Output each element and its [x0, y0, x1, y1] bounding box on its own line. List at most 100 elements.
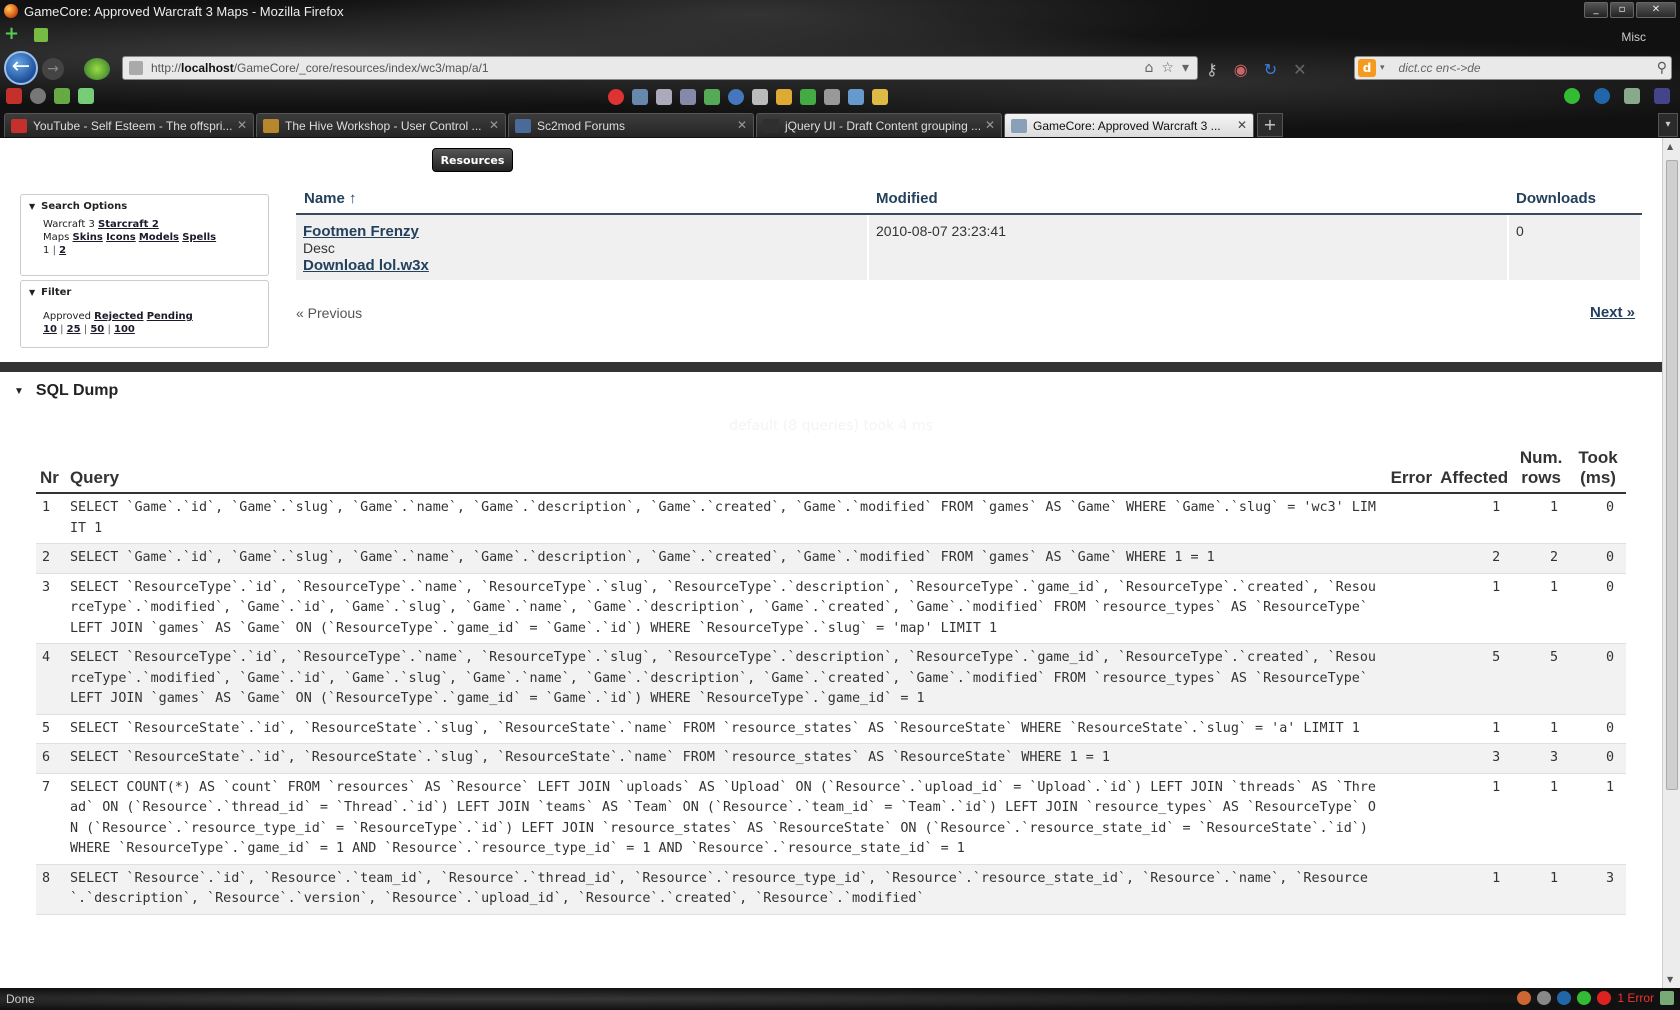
query-num-rows: 1 [1512, 773, 1571, 865]
query-number: 2 [36, 543, 66, 574]
search-icon[interactable]: ⚲ [1657, 60, 1667, 76]
css-icon[interactable] [656, 89, 672, 105]
type-link-icons[interactable]: Icons [106, 232, 136, 243]
information-icon[interactable] [728, 89, 744, 105]
miscellaneous-icon[interactable] [752, 89, 768, 105]
map-title-link[interactable]: Footmen Frenzy [303, 223, 419, 240]
tab-jquery-ui[interactable]: jQuery UI - Draft Content grouping ... ✕ [756, 113, 1002, 137]
col-name-header[interactable]: Name ↑ [296, 188, 868, 215]
misc-menu[interactable]: Misc [1621, 30, 1646, 44]
addon-menu-icon[interactable]: ◉ [1234, 60, 1248, 79]
tab-close-icon[interactable]: ✕ [489, 118, 499, 132]
search-bar[interactable]: d ▾ dict.cc en<->de ⚲ [1354, 56, 1672, 80]
resources-button[interactable]: Resources [432, 148, 513, 172]
search-status-icon[interactable] [1537, 991, 1552, 1005]
url-bar[interactable]: http://localhost/GameCore/_core/resource… [122, 56, 1198, 80]
type-link-models[interactable]: Models [139, 232, 179, 243]
error-count[interactable]: 1 Error [1617, 991, 1654, 1005]
tab-gamecore[interactable]: GameCore: Approved Warcraft 3 ... ✕ [1004, 113, 1254, 137]
limit-link-50[interactable]: 50 [90, 324, 104, 335]
firebug-icon[interactable] [1517, 991, 1532, 1005]
scrollbar-thumb[interactable] [1666, 160, 1678, 790]
tab-hive-workshop[interactable]: The Hive Workshop - User Control ... ✕ [256, 113, 506, 137]
addon-status-icon[interactable] [1660, 991, 1674, 1005]
forward-button[interactable]: → [42, 58, 64, 80]
minimize-button[interactable]: _ [1584, 2, 1608, 18]
extension-icon[interactable] [1624, 88, 1640, 104]
tab-close-icon[interactable]: ✕ [1237, 118, 1247, 132]
limit-link-100[interactable]: 100 [114, 324, 135, 335]
search-options-header[interactable]: ▼ Search Options [21, 195, 268, 218]
view-source-icon[interactable] [848, 89, 864, 105]
state-selector: Approved Rejected Pending [43, 310, 268, 323]
save-icon[interactable] [1654, 88, 1670, 104]
tab-sc2mod[interactable]: Sc2mod Forums ✕ [508, 113, 754, 137]
forms-icon[interactable] [680, 89, 696, 105]
addon-icon[interactable] [34, 28, 48, 42]
engine-dropdown-icon[interactable]: ▾ [1380, 63, 1385, 73]
hive-icon [263, 118, 279, 133]
tab-youtube[interactable]: YouTube - Self Esteem - The offspri... ✕ [4, 113, 254, 137]
tab-close-icon[interactable]: ✕ [237, 118, 247, 132]
next-page-link[interactable]: Next » [1590, 304, 1635, 321]
list-all-tabs-button[interactable]: ▾ [1658, 113, 1678, 137]
mail-icon[interactable] [78, 88, 94, 104]
error-icon[interactable] [1597, 991, 1612, 1005]
game-selector: Warcraft 3 Starcraft 2 [43, 218, 268, 231]
puzzle-icon[interactable] [54, 88, 70, 104]
search-input[interactable]: dict.cc en<->de [1399, 61, 1481, 75]
bookmark-star-icon[interactable]: ☆ [1161, 60, 1174, 76]
cookies-icon[interactable] [632, 89, 648, 105]
filter-header[interactable]: ▼ Filter [21, 281, 268, 304]
page-link-2[interactable]: 2 [59, 245, 66, 256]
vertical-scrollbar[interactable]: ▲ ▼ [1662, 138, 1680, 988]
map-download-link[interactable]: Download lol.w3x [303, 257, 429, 274]
valid-check-icon[interactable] [1577, 991, 1592, 1005]
images-icon[interactable] [704, 89, 720, 105]
skype-icon[interactable] [1594, 88, 1610, 104]
youtube-bookmark-icon[interactable] [6, 88, 22, 104]
home-icon[interactable] [84, 58, 110, 80]
new-tab-button[interactable]: + [1257, 113, 1283, 137]
resize-icon[interactable] [800, 89, 816, 105]
scroll-up-arrow-icon[interactable]: ▲ [1667, 142, 1673, 151]
url-text[interactable]: http://localhost/GameCore/_core/resource… [151, 61, 489, 75]
menu-toolbar: + Misc [0, 24, 1680, 46]
type-link-spells[interactable]: Spells [182, 232, 216, 243]
back-button[interactable]: ← [4, 51, 38, 85]
limit-link-10[interactable]: 10 [43, 324, 57, 335]
dictcc-engine-icon[interactable]: d [1358, 59, 1376, 77]
maximize-button[interactable]: ▫ [1610, 2, 1634, 18]
tab-close-icon[interactable]: ✕ [737, 118, 747, 132]
close-window-button[interactable]: ✕ [1636, 2, 1676, 18]
tab-close-icon[interactable]: ✕ [985, 118, 995, 132]
query-took: 0 [1570, 573, 1626, 644]
type-link-skins[interactable]: Skins [73, 232, 103, 243]
reload-icon[interactable]: ↻ [1264, 60, 1277, 79]
col-downloads-header[interactable]: Downloads [1508, 188, 1641, 215]
stop-icon[interactable]: ✕ [1293, 60, 1306, 79]
check-icon[interactable] [1564, 88, 1580, 104]
state-link-pending[interactable]: Pending [147, 311, 193, 322]
skype-status-icon[interactable] [1557, 991, 1572, 1005]
tools-icon[interactable] [824, 89, 840, 105]
sql-dump-header[interactable]: ▼ SQL Dump [14, 382, 118, 400]
home-page-icon[interactable]: ⌂ [1145, 60, 1154, 76]
table-row: 4 SELECT `ResourceType`.`id`, `ResourceTy… [36, 643, 1626, 715]
outline-icon[interactable] [776, 89, 792, 105]
url-path: /GameCore/_core/resources/index/wc3/map/… [233, 61, 489, 75]
disable-icon[interactable] [608, 89, 624, 105]
game-link-starcraft2[interactable]: Starcraft 2 [98, 219, 159, 230]
key-icon[interactable]: ⚷ [1206, 60, 1218, 79]
options-icon[interactable] [872, 89, 888, 105]
col-query-header: Query [65, 444, 1387, 494]
dropdown-arrow-icon[interactable]: ▾ [1182, 60, 1189, 76]
clock-icon[interactable] [30, 88, 46, 104]
url-prefix: http:// [151, 61, 182, 75]
state-link-rejected[interactable]: Rejected [94, 311, 143, 322]
scroll-down-arrow-icon[interactable]: ▼ [1667, 975, 1673, 984]
query-affected: 1 [1436, 773, 1513, 865]
limit-link-25[interactable]: 25 [67, 324, 81, 335]
col-modified-header[interactable]: Modified [868, 188, 1508, 215]
add-icon[interactable]: + [4, 25, 19, 43]
